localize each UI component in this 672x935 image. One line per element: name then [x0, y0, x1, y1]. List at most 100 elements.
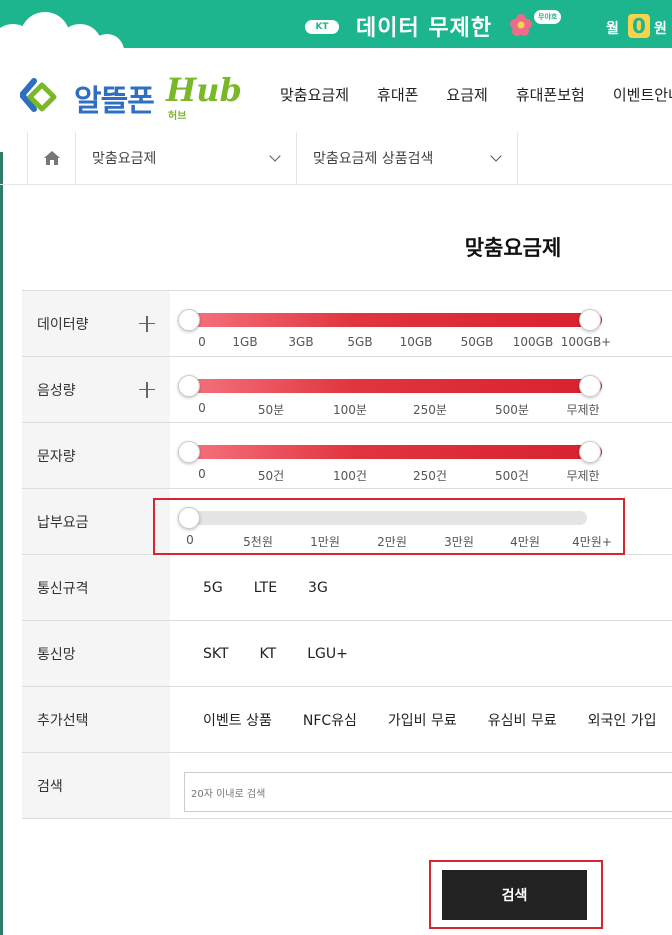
slider-thumb-min[interactable] [178, 375, 200, 397]
tick-label: 0 [198, 335, 206, 349]
tick-label: 100건 [333, 469, 367, 483]
home-button[interactable] [27, 132, 76, 185]
nav-item-event[interactable]: 이벤트안내 [613, 84, 672, 105]
slider-ticks: 0 50분 100분 250분 500분 무제한 [187, 401, 627, 417]
option-group: SKT KT LGU+ [194, 621, 370, 686]
logo-hub-text: Hub [166, 71, 242, 109]
home-icon [44, 151, 60, 165]
cloud-decoration [0, 12, 130, 48]
slider-thumb-min[interactable] [178, 441, 200, 463]
tick-label: 100분 [333, 403, 367, 417]
filter-row-search: 검색 20자 이내로 검색 [22, 753, 672, 819]
won-label: 원 [654, 21, 667, 37]
option-kt[interactable]: KT [251, 646, 286, 662]
option-foreigner[interactable]: 외국인 가입 [579, 710, 666, 730]
slider-track [187, 445, 602, 459]
tick-label: 무제한 [566, 403, 600, 417]
slider-track [187, 379, 602, 393]
option-no-usim-fee[interactable]: 유심비 무료 [479, 710, 566, 730]
filter-row-spec: 통신규격 5G LTE 3G [22, 555, 672, 621]
filter-row-data: 데이터량 0 1GB 3GB 5GB 10GB 50GB 100GB 100GB… [22, 291, 672, 357]
option-event[interactable]: 이벤트 상품 [194, 710, 281, 730]
tick-label: 500건 [495, 469, 529, 483]
tick-label: 3GB [288, 335, 314, 349]
month-label: 월 [606, 21, 619, 37]
tick-label: 250건 [413, 469, 447, 483]
tick-label: 0 [198, 401, 206, 415]
carrier-badge: KT [305, 20, 339, 34]
plan-search-select[interactable]: 맞춤요금제 상품검색 [297, 132, 518, 185]
option-group: 5G LTE 3G [194, 555, 350, 620]
voice-slider[interactable]: 0 50분 100분 250분 500분 무제한 [178, 357, 607, 422]
banner-title: 데이터 무제한 [356, 16, 493, 41]
sms-slider[interactable]: 0 50건 100건 250건 500건 무제한 [178, 423, 607, 488]
tick-label: 0 [198, 467, 206, 481]
flower-icon [510, 14, 532, 36]
search-input[interactable]: 20자 이내로 검색 [184, 772, 672, 812]
chevron-down-icon [269, 150, 281, 162]
filter-label: 통신규격 [22, 555, 170, 620]
tick-label: 250분 [413, 403, 447, 417]
site-logo[interactable]: 알뜰폰 Hub 허브 [20, 71, 242, 122]
slider-fill [187, 445, 602, 459]
option-nfc[interactable]: NFC유심 [294, 710, 366, 730]
filter-label: 검색 [22, 753, 170, 818]
tick-label: 10GB [399, 335, 433, 349]
filter-label: 추가선택 [22, 687, 170, 752]
slider-track [187, 313, 602, 327]
filter-row-extra: 추가선택 이벤트 상품 NFC유심 가입비 무료 유심비 무료 외국인 가입 심 [22, 687, 672, 753]
breadcrumb: 맞춤요금제 맞춤요금제 상품검색 [0, 132, 672, 185]
option-lte[interactable]: LTE [245, 580, 286, 596]
tick-label: 50분 [257, 403, 285, 417]
tick-label: 100GB [512, 335, 554, 349]
nav-item-plan[interactable]: 요금제 [446, 84, 487, 105]
plan-search-value: 맞춤요금제 상품검색 [313, 151, 434, 167]
logo-sub-text: 허브 [168, 111, 187, 122]
promo-banner[interactable]: KT 데이터 무제한 무야호 월 0 원 [0, 0, 672, 48]
speech-bubble: 무야호 [534, 10, 562, 24]
slider-ticks: 0 1GB 3GB 5GB 10GB 50GB 100GB 100GB+ [187, 335, 627, 351]
slider-ticks: 0 50건 100건 250건 500건 무제한 [187, 467, 627, 483]
chevron-down-icon [490, 150, 502, 162]
filter-row-network: 통신망 SKT KT LGU+ [22, 621, 672, 687]
tick-label: 50GB [460, 335, 494, 349]
nav-item-custom-plan[interactable]: 맞춤요금제 [280, 84, 349, 105]
filter-row-voice: 음성량 0 50분 100분 250분 500분 무제한 [22, 357, 672, 423]
filter-label: 통신망 [22, 621, 170, 686]
slider-thumb-max[interactable] [579, 441, 601, 463]
tick-label: 500분 [495, 403, 529, 417]
tick-label: 5GB [347, 335, 373, 349]
slider-thumb-min[interactable] [178, 309, 200, 331]
slider-thumb-max[interactable] [579, 309, 601, 331]
plus-icon[interactable] [139, 381, 155, 398]
slider-thumb-max[interactable] [579, 375, 601, 397]
option-no-join-fee[interactable]: 가입비 무료 [379, 710, 466, 730]
option-lgu[interactable]: LGU+ [298, 646, 357, 662]
tick-label: 100GB+ [560, 335, 612, 349]
tick-label: 50건 [257, 469, 285, 483]
option-5g[interactable]: 5G [194, 580, 232, 596]
plan-category-select[interactable]: 맞춤요금제 [76, 132, 297, 185]
nav-item-phone[interactable]: 휴대폰 [377, 84, 418, 105]
filter-label: 납부요금 [22, 489, 170, 554]
option-skt[interactable]: SKT [194, 646, 238, 662]
fee-slider-highlight [153, 498, 625, 555]
option-3g[interactable]: 3G [299, 580, 337, 596]
plus-icon[interactable] [139, 315, 155, 332]
nav-item-insurance[interactable]: 휴대폰보험 [516, 84, 585, 105]
search-button[interactable]: 검색 [442, 870, 587, 920]
price-value: 0 [628, 14, 650, 38]
slider-fill [187, 313, 602, 327]
option-group: 이벤트 상품 NFC유심 가입비 무료 유심비 무료 외국인 가입 심 [194, 687, 672, 752]
data-slider[interactable]: 0 1GB 3GB 5GB 10GB 50GB 100GB 100GB+ [178, 291, 611, 356]
slider-fill [187, 379, 602, 393]
plan-category-value: 맞춤요금제 [92, 151, 157, 167]
tick-label: 1GB [232, 335, 258, 349]
logo-mark-icon [20, 78, 57, 112]
main-nav: 맞춤요금제 휴대폰 요금제 휴대폰보험 이벤트안내 [280, 84, 672, 105]
filter-label: 문자량 [22, 423, 170, 488]
filter-row-sms: 문자량 0 50건 100건 250건 500건 무제한 [22, 423, 672, 489]
logo-text: 알뜰폰 [74, 84, 155, 119]
page-title: 맞춤요금제 [464, 236, 562, 260]
tick-label: 무제한 [566, 469, 600, 483]
